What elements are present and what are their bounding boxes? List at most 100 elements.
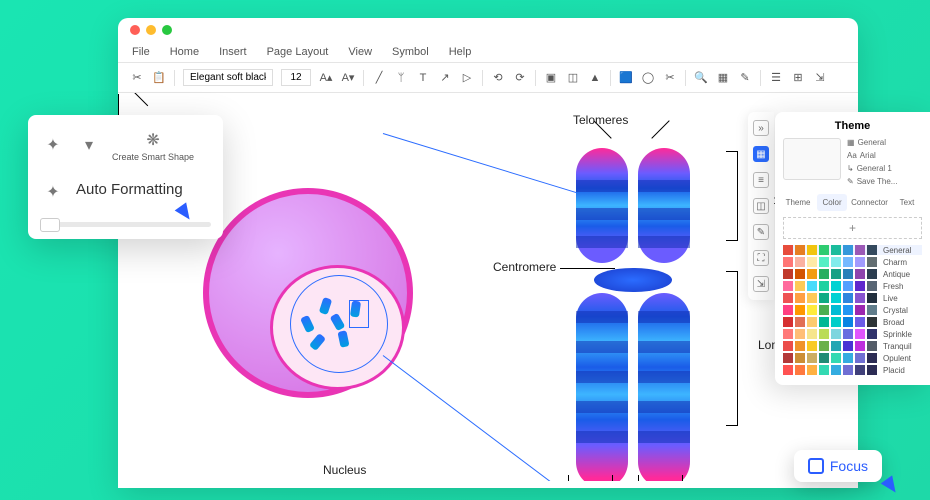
color-swatch[interactable] [795, 317, 805, 327]
color-swatch[interactable] [783, 281, 793, 291]
close-dot[interactable] [130, 25, 140, 35]
palette-row[interactable]: Opulent [783, 353, 922, 363]
color-swatch[interactable] [843, 317, 853, 327]
color-swatch[interactable] [783, 317, 793, 327]
color-swatch[interactable] [819, 341, 829, 351]
color-swatch[interactable] [843, 341, 853, 351]
color-swatch[interactable] [783, 365, 793, 375]
color-swatch[interactable] [807, 257, 817, 267]
chart-icon[interactable]: ◫ [566, 71, 580, 85]
font-inc-icon[interactable]: A▴ [319, 71, 333, 85]
crop-icon[interactable]: ✂ [663, 71, 677, 85]
color-swatch[interactable] [867, 257, 877, 267]
color-swatch[interactable] [831, 341, 841, 351]
export-icon[interactable]: ⇲ [813, 71, 827, 85]
color-swatch[interactable] [831, 269, 841, 279]
color-swatch[interactable] [807, 245, 817, 255]
color-swatch[interactable] [795, 293, 805, 303]
grid-icon[interactable]: ▦ [716, 71, 730, 85]
color-swatch[interactable] [855, 245, 865, 255]
color-swatch[interactable] [807, 317, 817, 327]
image-icon[interactable]: ▣ [544, 71, 558, 85]
color-swatch[interactable] [819, 365, 829, 375]
fill-icon[interactable]: 🟦 [619, 71, 633, 85]
tab-theme[interactable]: Theme [783, 194, 813, 211]
color-swatch[interactable] [843, 305, 853, 315]
rail-layers-icon[interactable]: ≡ [753, 172, 769, 188]
color-swatch[interactable] [855, 365, 865, 375]
size-select[interactable] [281, 69, 311, 86]
menu-insert[interactable]: Insert [219, 46, 247, 58]
color-swatch[interactable] [843, 329, 853, 339]
color-swatch[interactable] [819, 329, 829, 339]
palette-row[interactable]: Sprinkle [783, 329, 922, 339]
menu-symbol[interactable]: Symbol [392, 46, 429, 58]
color-swatch[interactable] [795, 305, 805, 315]
palette-row[interactable]: Antique [783, 269, 922, 279]
color-swatch[interactable] [843, 257, 853, 267]
color-swatch[interactable] [819, 245, 829, 255]
color-swatch[interactable] [831, 281, 841, 291]
undo-icon[interactable]: ⟲ [491, 71, 505, 85]
color-swatch[interactable] [795, 269, 805, 279]
color-swatch[interactable] [867, 293, 877, 303]
palette-row[interactable]: Fresh [783, 281, 922, 291]
menu-help[interactable]: Help [449, 46, 472, 58]
color-swatch[interactable] [831, 257, 841, 267]
color-swatch[interactable] [831, 305, 841, 315]
color-swatch[interactable] [867, 329, 877, 339]
color-swatch[interactable] [795, 281, 805, 291]
layout-icon[interactable]: ⊞ [791, 71, 805, 85]
sparkle-icon[interactable]: ✦ [40, 132, 66, 158]
color-swatch[interactable] [807, 293, 817, 303]
font-dec-icon[interactable]: A▾ [341, 71, 355, 85]
arrow-icon[interactable]: ↗ [438, 71, 452, 85]
color-swatch[interactable] [867, 305, 877, 315]
color-swatch[interactable] [819, 353, 829, 363]
color-swatch[interactable] [783, 257, 793, 267]
color-swatch[interactable] [819, 269, 829, 279]
maximize-dot[interactable] [162, 25, 172, 35]
color-swatch[interactable] [843, 293, 853, 303]
color-swatch[interactable] [783, 245, 793, 255]
palette-row[interactable]: Charm [783, 257, 922, 267]
color-swatch[interactable] [855, 305, 865, 315]
color-swatch[interactable] [855, 329, 865, 339]
pen-icon[interactable]: ✎ [738, 71, 752, 85]
color-swatch[interactable] [819, 257, 829, 267]
color-swatch[interactable] [807, 329, 817, 339]
color-swatch[interactable] [783, 329, 793, 339]
menu-page-layout[interactable]: Page Layout [267, 46, 329, 58]
color-swatch[interactable] [843, 245, 853, 255]
theme-opt-general[interactable]: ▦General [847, 138, 897, 147]
color-swatch[interactable] [843, 365, 853, 375]
rail-theme-icon[interactable]: ▦ [753, 146, 769, 162]
color-swatch[interactable] [855, 317, 865, 327]
color-swatch[interactable] [843, 269, 853, 279]
smart-shape-icon[interactable]: ❋ [140, 127, 166, 153]
color-swatch[interactable] [855, 293, 865, 303]
color-swatch[interactable] [855, 257, 865, 267]
tab-connector[interactable]: Connector [851, 194, 888, 211]
color-swatch[interactable] [867, 269, 877, 279]
focus-button[interactable]: Focus [794, 450, 882, 482]
theme-opt-save[interactable]: ✎Save The... [847, 177, 897, 186]
rail-expand-icon[interactable]: » [753, 120, 769, 136]
palette-row[interactable]: Crystal [783, 305, 922, 315]
color-swatch[interactable] [795, 341, 805, 351]
color-swatch[interactable] [831, 329, 841, 339]
palette-row[interactable]: Broad [783, 317, 922, 327]
color-swatch[interactable] [867, 281, 877, 291]
theme-thumbnail[interactable] [783, 138, 841, 180]
canvas[interactable]: Nucleus Telomeres [118, 93, 858, 481]
color-swatch[interactable] [831, 365, 841, 375]
tab-text[interactable]: Text [892, 194, 922, 211]
text-icon[interactable]: T [416, 71, 430, 85]
shape-icon[interactable]: ▲ [588, 71, 602, 85]
color-swatch[interactable] [831, 317, 841, 327]
rail-share-icon[interactable]: ⇲ [753, 276, 769, 292]
color-swatch[interactable] [807, 353, 817, 363]
color-swatch[interactable] [867, 365, 877, 375]
color-swatch[interactable] [855, 341, 865, 351]
paste-icon[interactable]: 📋 [152, 71, 166, 85]
